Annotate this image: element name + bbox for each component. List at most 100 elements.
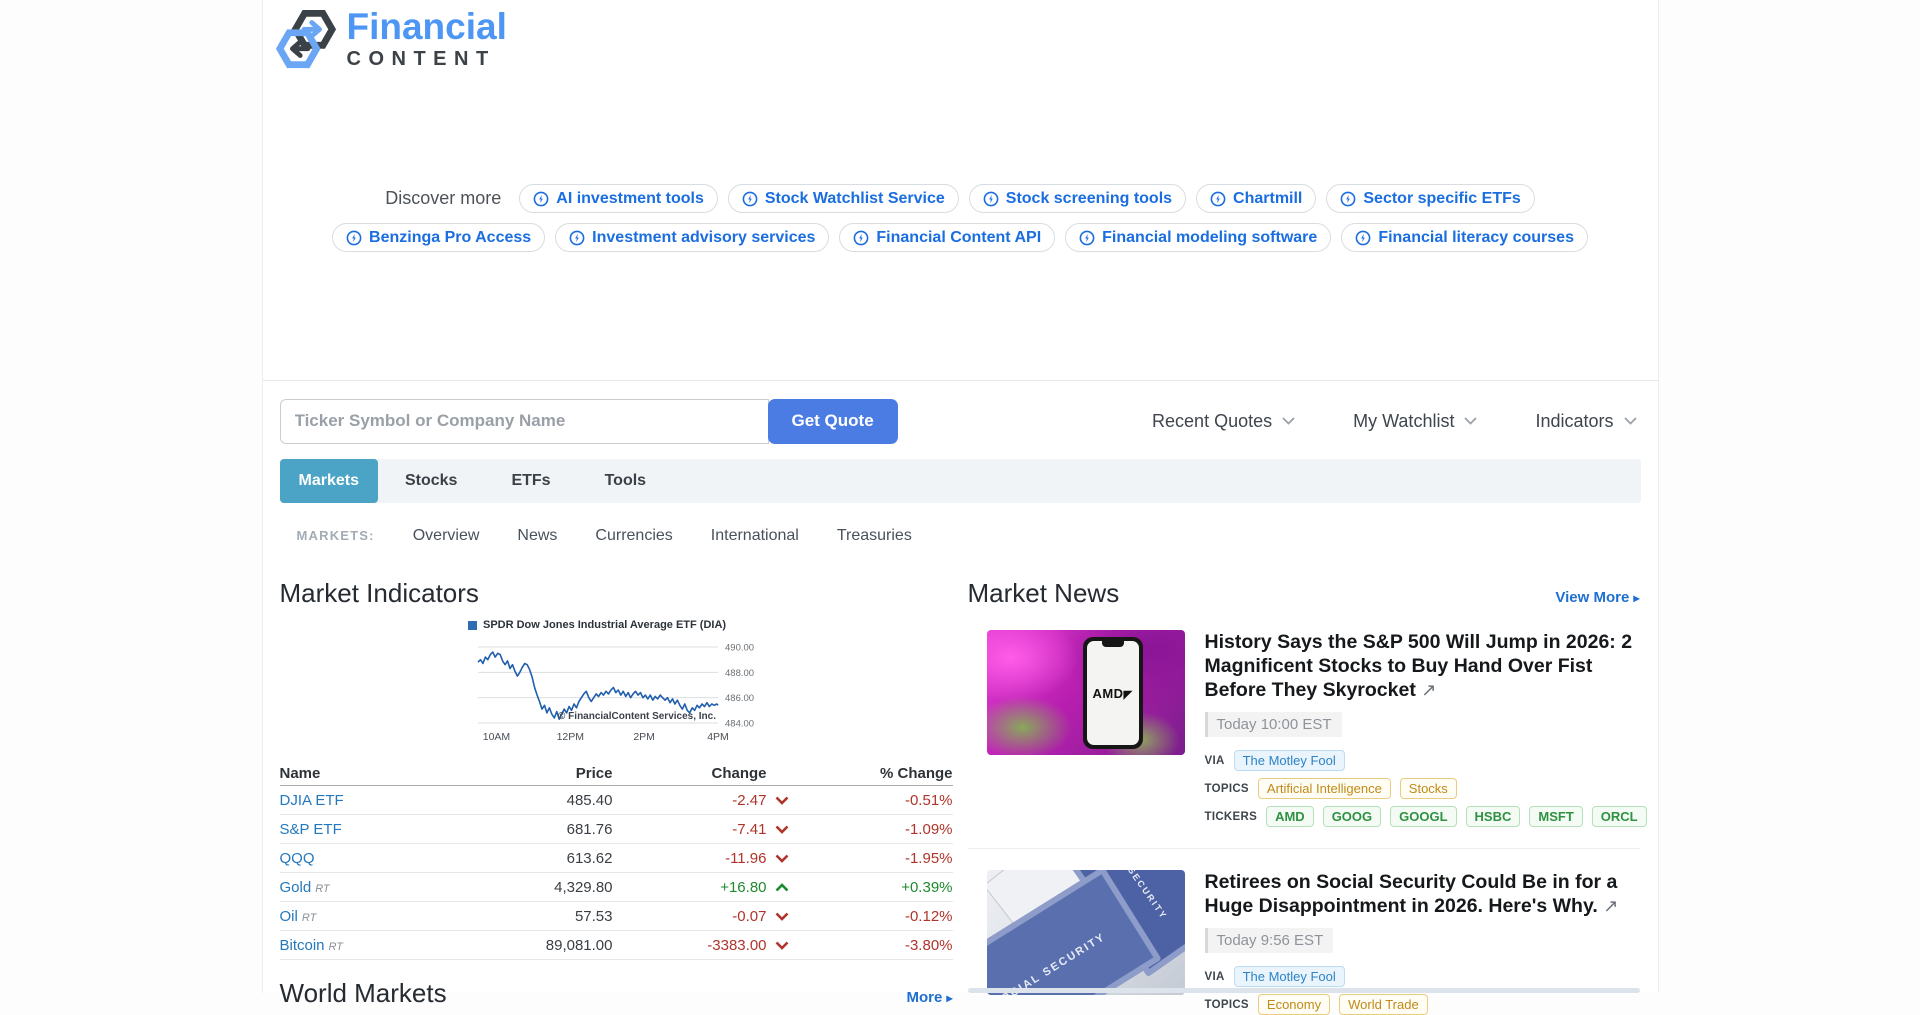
pill-label: Financial Content API: [876, 229, 1041, 247]
indicator-price: 613.62: [480, 850, 613, 867]
subnav-item-currencies[interactable]: Currencies: [595, 527, 672, 545]
via-chip-the-motley-fool[interactable]: The Motley Fool: [1234, 966, 1345, 987]
article-headline[interactable]: Retirees on Social Security Could Be in …: [1205, 870, 1640, 918]
svg-text:4PM: 4PM: [707, 731, 729, 743]
market-indicators-table: NamePriceChange% ChangeDJIA ETF485.40-2.…: [280, 762, 953, 960]
indicator-link[interactable]: S&P ETF: [280, 821, 342, 838]
circle-bolt-icon: [533, 191, 549, 207]
phone-graphic: AMD◤: [1083, 637, 1143, 749]
tickers-chip-msft[interactable]: MSFT: [1529, 806, 1582, 827]
change-up-icon[interactable]: [767, 883, 797, 892]
indicator-change: -11.96: [613, 850, 767, 867]
change-down-icon[interactable]: [767, 796, 797, 805]
tab-markets[interactable]: Markets: [280, 459, 378, 503]
discover-pill-investment-advisory-services[interactable]: Investment advisory services: [555, 223, 829, 252]
markets-subnav: MARKETS: Overview News Currencies Internati…: [297, 527, 912, 545]
tickers-chip-orcl[interactable]: ORCL: [1592, 806, 1647, 827]
discover-pill-stock-watchlist-service[interactable]: Stock Watchlist Service: [728, 184, 959, 213]
subnav-item-international[interactable]: International: [711, 527, 799, 545]
via-chip-the-motley-fool[interactable]: The Motley Fool: [1234, 750, 1345, 771]
discover-pill-sector-specific-etfs[interactable]: Sector specific ETFs: [1326, 184, 1534, 213]
discover-pill-stock-screening-tools[interactable]: Stock screening tools: [969, 184, 1186, 213]
subnav-item-news[interactable]: News: [517, 527, 557, 545]
legend-swatch-icon: [468, 621, 477, 630]
circle-bolt-icon: [742, 191, 758, 207]
tickers-chip-goog[interactable]: GOOG: [1323, 806, 1381, 827]
page: Financial CONTENT Discover more AI inves…: [262, 0, 1659, 993]
change-down-icon[interactable]: [767, 912, 797, 921]
table-header-row: NamePriceChange% Change: [280, 762, 953, 786]
discover-pill-chartmill[interactable]: Chartmill: [1196, 184, 1316, 213]
discover-pill-financial-content-api[interactable]: Financial Content API: [839, 223, 1055, 252]
change-down-icon[interactable]: [767, 941, 797, 950]
indicator-name-cell: GoldRT: [280, 879, 480, 896]
topics-chip-world-trade[interactable]: World Trade: [1339, 994, 1428, 1015]
pill-label: Stock screening tools: [1006, 190, 1172, 208]
pill-label: Financial literacy courses: [1378, 229, 1574, 247]
indicator-row-oil: OilRT57.53-0.07-0.12%: [280, 902, 953, 931]
indicator-link[interactable]: Bitcoin: [280, 937, 325, 954]
article-timestamp: Today 9:56 EST: [1205, 928, 1334, 953]
markets-subnav-label: MARKETS:: [297, 528, 375, 543]
discover-pill-benzinga-pro-access[interactable]: Benzinga Pro Access: [332, 223, 545, 252]
market-news-title: Market News: [968, 578, 1120, 609]
svg-text:2PM: 2PM: [633, 731, 655, 743]
tab-tools[interactable]: Tools: [578, 459, 673, 503]
more-triangle-icon: ▸: [946, 991, 952, 1005]
svg-text:484.00: 484.00: [725, 719, 754, 730]
circle-bolt-icon: [1355, 230, 1371, 246]
svg-text:488.00: 488.00: [725, 668, 754, 679]
menu-my-watchlist[interactable]: My Watchlist: [1353, 411, 1477, 432]
change-down-icon[interactable]: [767, 854, 797, 863]
subnav-item-overview[interactable]: Overview: [413, 527, 480, 545]
pill-label: Chartmill: [1233, 190, 1302, 208]
svg-text:10AM: 10AM: [483, 731, 510, 743]
discover-more-label: Discover more: [385, 188, 501, 209]
subnav-item-treasuries[interactable]: Treasuries: [837, 527, 912, 545]
pill-label: Investment advisory services: [592, 229, 815, 247]
topics-label: TOPICS: [1205, 999, 1249, 1011]
change-down-icon[interactable]: [767, 825, 797, 834]
indicator-link[interactable]: DJIA ETF: [280, 792, 344, 809]
discover-pill-financial-modeling-software[interactable]: Financial modeling software: [1065, 223, 1331, 252]
discover-pill-financial-literacy-courses[interactable]: Financial literacy courses: [1341, 223, 1588, 252]
tickers-chip-hsbc[interactable]: HSBC: [1466, 806, 1521, 827]
pill-label: Financial modeling software: [1102, 229, 1317, 247]
article-thumbnail-social-security[interactable]: SOCIAL SECURITY SOCIAL SECURITY: [987, 870, 1185, 995]
view-more-link[interactable]: View More ▸: [1555, 589, 1639, 606]
topics-chip-economy[interactable]: Economy: [1258, 994, 1330, 1015]
circle-bolt-icon: [853, 230, 869, 246]
tab-stocks[interactable]: Stocks: [378, 459, 484, 503]
chevron-down-icon: [1624, 417, 1637, 425]
article-via-row: VIAThe Motley Fool: [1205, 966, 1640, 987]
indicator-name-cell: DJIA ETF: [280, 792, 480, 809]
indicator-link[interactable]: Gold: [280, 879, 312, 896]
tickers-chip-amd[interactable]: AMD: [1266, 806, 1314, 827]
indicator-row-gold: GoldRT4,329.80+16.80+0.39%: [280, 873, 953, 902]
indicator-change: -0.07: [613, 908, 767, 925]
chart-legend-title: SPDR Dow Jones Industrial Average ETF (D…: [483, 619, 726, 631]
logo-hexagons-icon: [275, 8, 337, 70]
market-indicators-title: Market Indicators: [280, 578, 953, 609]
discover-pill-ai-investment-tools[interactable]: AI investment tools: [519, 184, 718, 213]
financial-content-logo[interactable]: Financial CONTENT: [275, 8, 507, 71]
tickers-chip-googl[interactable]: GOOGL: [1390, 806, 1456, 827]
article-headline[interactable]: History Says the S&P 500 Will Jump in 20…: [1205, 630, 1640, 702]
indicator-change: -2.47: [613, 792, 767, 809]
tab-etfs[interactable]: ETFs: [484, 459, 577, 503]
pill-label: Stock Watchlist Service: [765, 190, 945, 208]
indicator-row-s-p-etf: S&P ETF681.76-7.41-1.09%: [280, 815, 953, 844]
article-thumbnail-amd[interactable]: AMD◤: [987, 630, 1185, 755]
indicator-link[interactable]: QQQ: [280, 850, 315, 867]
ticker-search-input[interactable]: [280, 399, 769, 444]
menu-indicators[interactable]: Indicators: [1535, 411, 1636, 432]
circle-bolt-icon: [1340, 191, 1356, 207]
topics-chip-artificial-intelligence[interactable]: Artificial Intelligence: [1258, 778, 1391, 799]
get-quote-button[interactable]: Get Quote: [768, 399, 898, 444]
circle-bolt-icon: [983, 191, 999, 207]
menu-recent-quotes[interactable]: Recent Quotes: [1152, 411, 1295, 432]
topics-chip-stocks[interactable]: Stocks: [1400, 778, 1457, 799]
indicator-link[interactable]: Oil: [280, 908, 298, 925]
world-markets-more-link[interactable]: More ▸: [906, 989, 952, 1006]
menu-label: My Watchlist: [1353, 411, 1454, 432]
